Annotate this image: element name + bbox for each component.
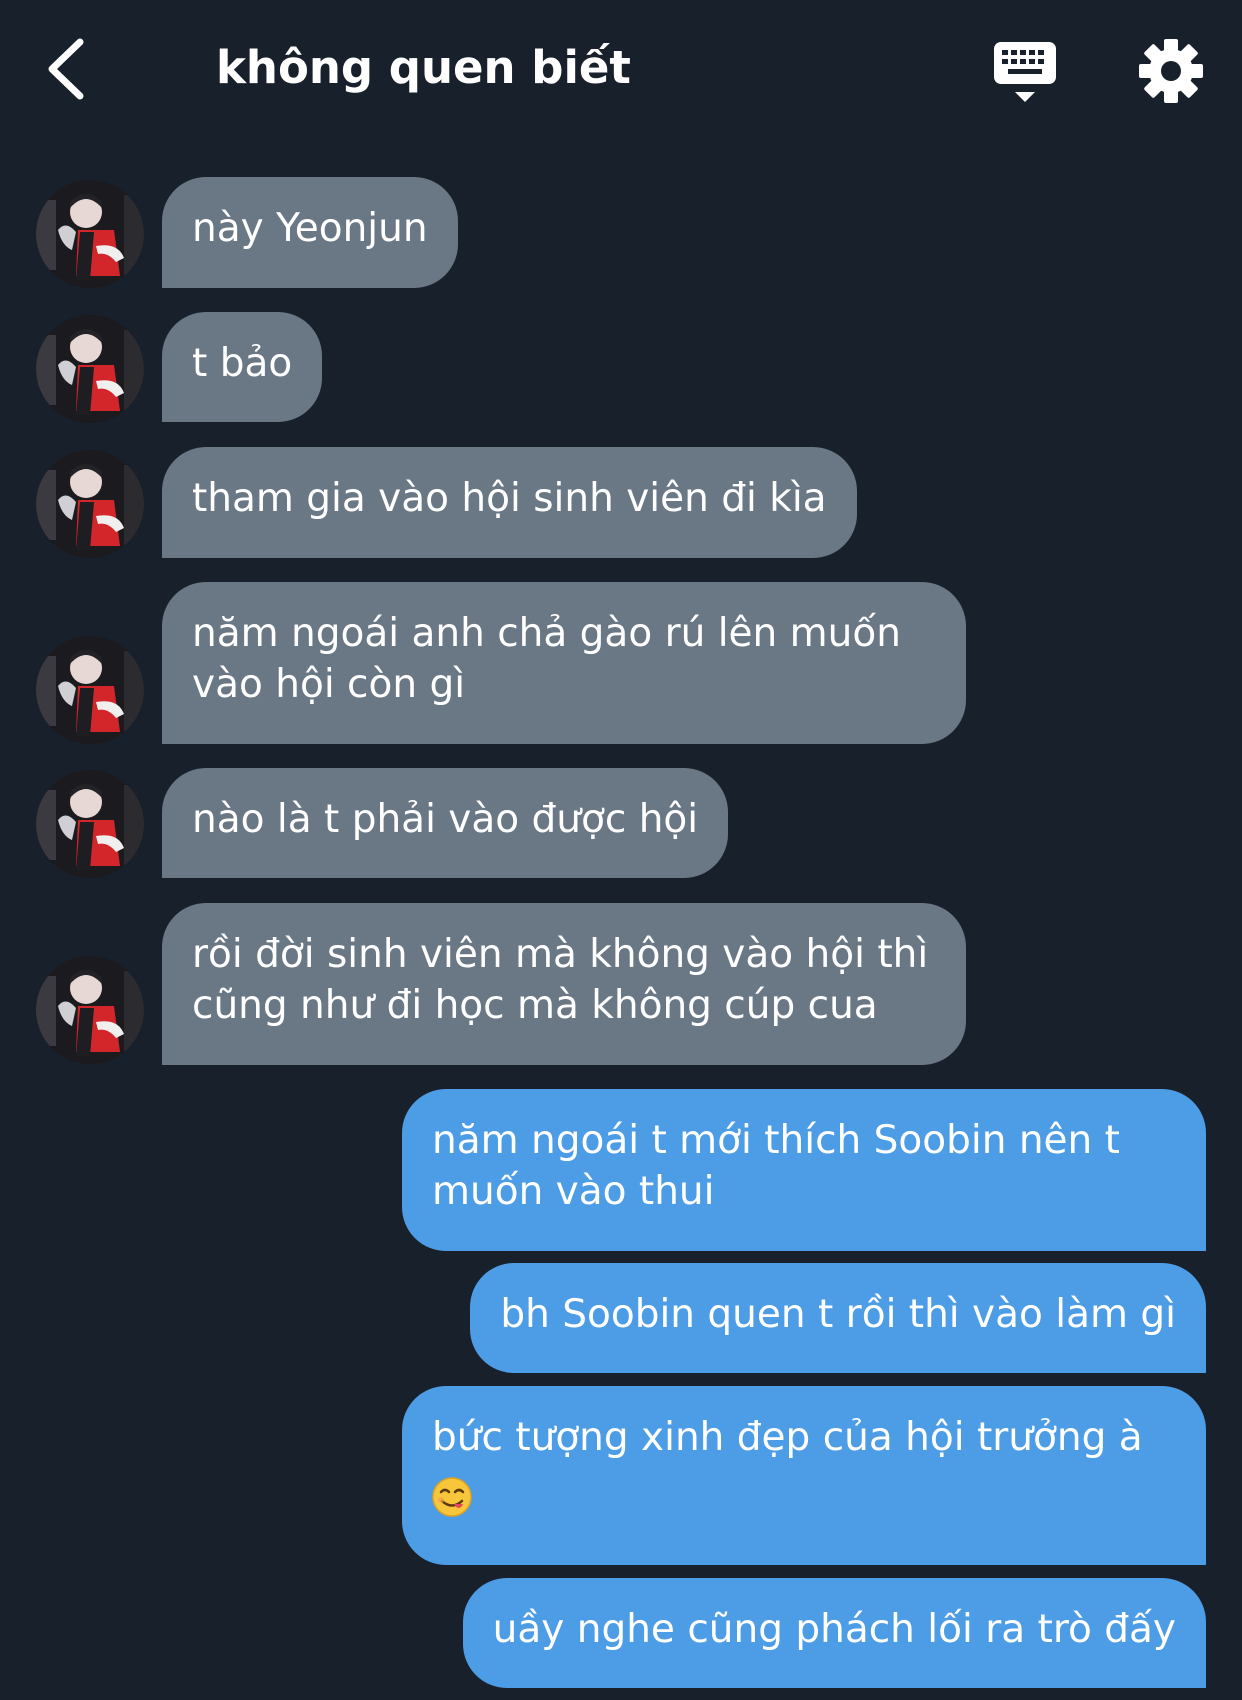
back-button[interactable] bbox=[40, 34, 100, 104]
message-bubble-outgoing[interactable]: uầy nghe cũng phách lối ra trò đấy bbox=[462, 1578, 1206, 1688]
message-text: tham gia vào hội sinh viên đi kìa bbox=[192, 476, 827, 521]
contact-avatar[interactable] bbox=[36, 450, 144, 558]
yum-face-emoji bbox=[432, 1477, 472, 1517]
message-bubble-outgoing[interactable]: bức tượng xinh đẹp của hội trưởng à bbox=[402, 1386, 1206, 1565]
avatar-image bbox=[36, 770, 144, 878]
avatar-image bbox=[36, 956, 144, 1064]
avatar-image bbox=[36, 636, 144, 744]
message-bubble-incoming[interactable]: nào là t phải vào được hội bbox=[162, 768, 729, 878]
message-bubble-outgoing[interactable]: bh Soobin quen t rồi thì vào làm gì bbox=[470, 1263, 1206, 1373]
message-bubble-incoming[interactable]: rồi đời sinh viên mà không vào hội thì c… bbox=[162, 903, 966, 1065]
avatar-image bbox=[36, 180, 144, 288]
message-bubble-incoming[interactable]: này Yeonjun bbox=[162, 177, 458, 288]
message-text: nào là t phải vào được hội bbox=[192, 797, 699, 842]
message-bubble-incoming[interactable]: năm ngoái anh chả gào rú lên muốn vào hộ… bbox=[162, 582, 966, 744]
contact-avatar[interactable] bbox=[36, 636, 144, 744]
message-text: này Yeonjun bbox=[192, 206, 428, 251]
contact-avatar[interactable] bbox=[36, 315, 144, 423]
keyboard-icon bbox=[994, 42, 1056, 102]
message-text: năm ngoái t mới thích Soobin nên t bbox=[432, 1118, 1120, 1163]
contact-avatar[interactable] bbox=[36, 180, 144, 288]
message-text: uầy nghe cũng phách lối ra trò đấy bbox=[492, 1607, 1176, 1652]
chat-header: không quen biết bbox=[0, 0, 1242, 140]
message-text: năm ngoái anh chả gào rú lên muốn bbox=[192, 611, 901, 656]
message-bubble-outgoing[interactable]: năm ngoái t mới thích Soobin nên t muốn … bbox=[402, 1089, 1206, 1251]
keyboard-button[interactable] bbox=[990, 36, 1062, 106]
message-bubble-incoming[interactable]: tham gia vào hội sinh viên đi kìa bbox=[162, 447, 857, 558]
avatar-image bbox=[36, 315, 144, 423]
message-text: bức tượng xinh đẹp của hội trưởng à bbox=[432, 1415, 1143, 1460]
chat-title: không quen biết bbox=[216, 41, 631, 94]
contact-avatar[interactable] bbox=[36, 956, 144, 1064]
chevron-left-icon bbox=[48, 38, 84, 100]
message-text: vào hội còn gì bbox=[192, 662, 466, 707]
message-text: muốn vào thui bbox=[432, 1169, 715, 1214]
message-text: rồi đời sinh viên mà không vào hội thì bbox=[192, 932, 929, 977]
contact-avatar[interactable] bbox=[36, 770, 144, 878]
message-text: cũng như đi học mà không cúp cua bbox=[192, 983, 878, 1028]
message-text: t bảo bbox=[192, 341, 293, 386]
message-text: bh Soobin quen t rồi thì vào làm gì bbox=[500, 1292, 1176, 1337]
avatar-image bbox=[36, 450, 144, 558]
settings-button[interactable] bbox=[1136, 36, 1206, 106]
gear-icon bbox=[1139, 39, 1203, 103]
message-bubble-incoming[interactable]: t bảo bbox=[162, 312, 323, 422]
